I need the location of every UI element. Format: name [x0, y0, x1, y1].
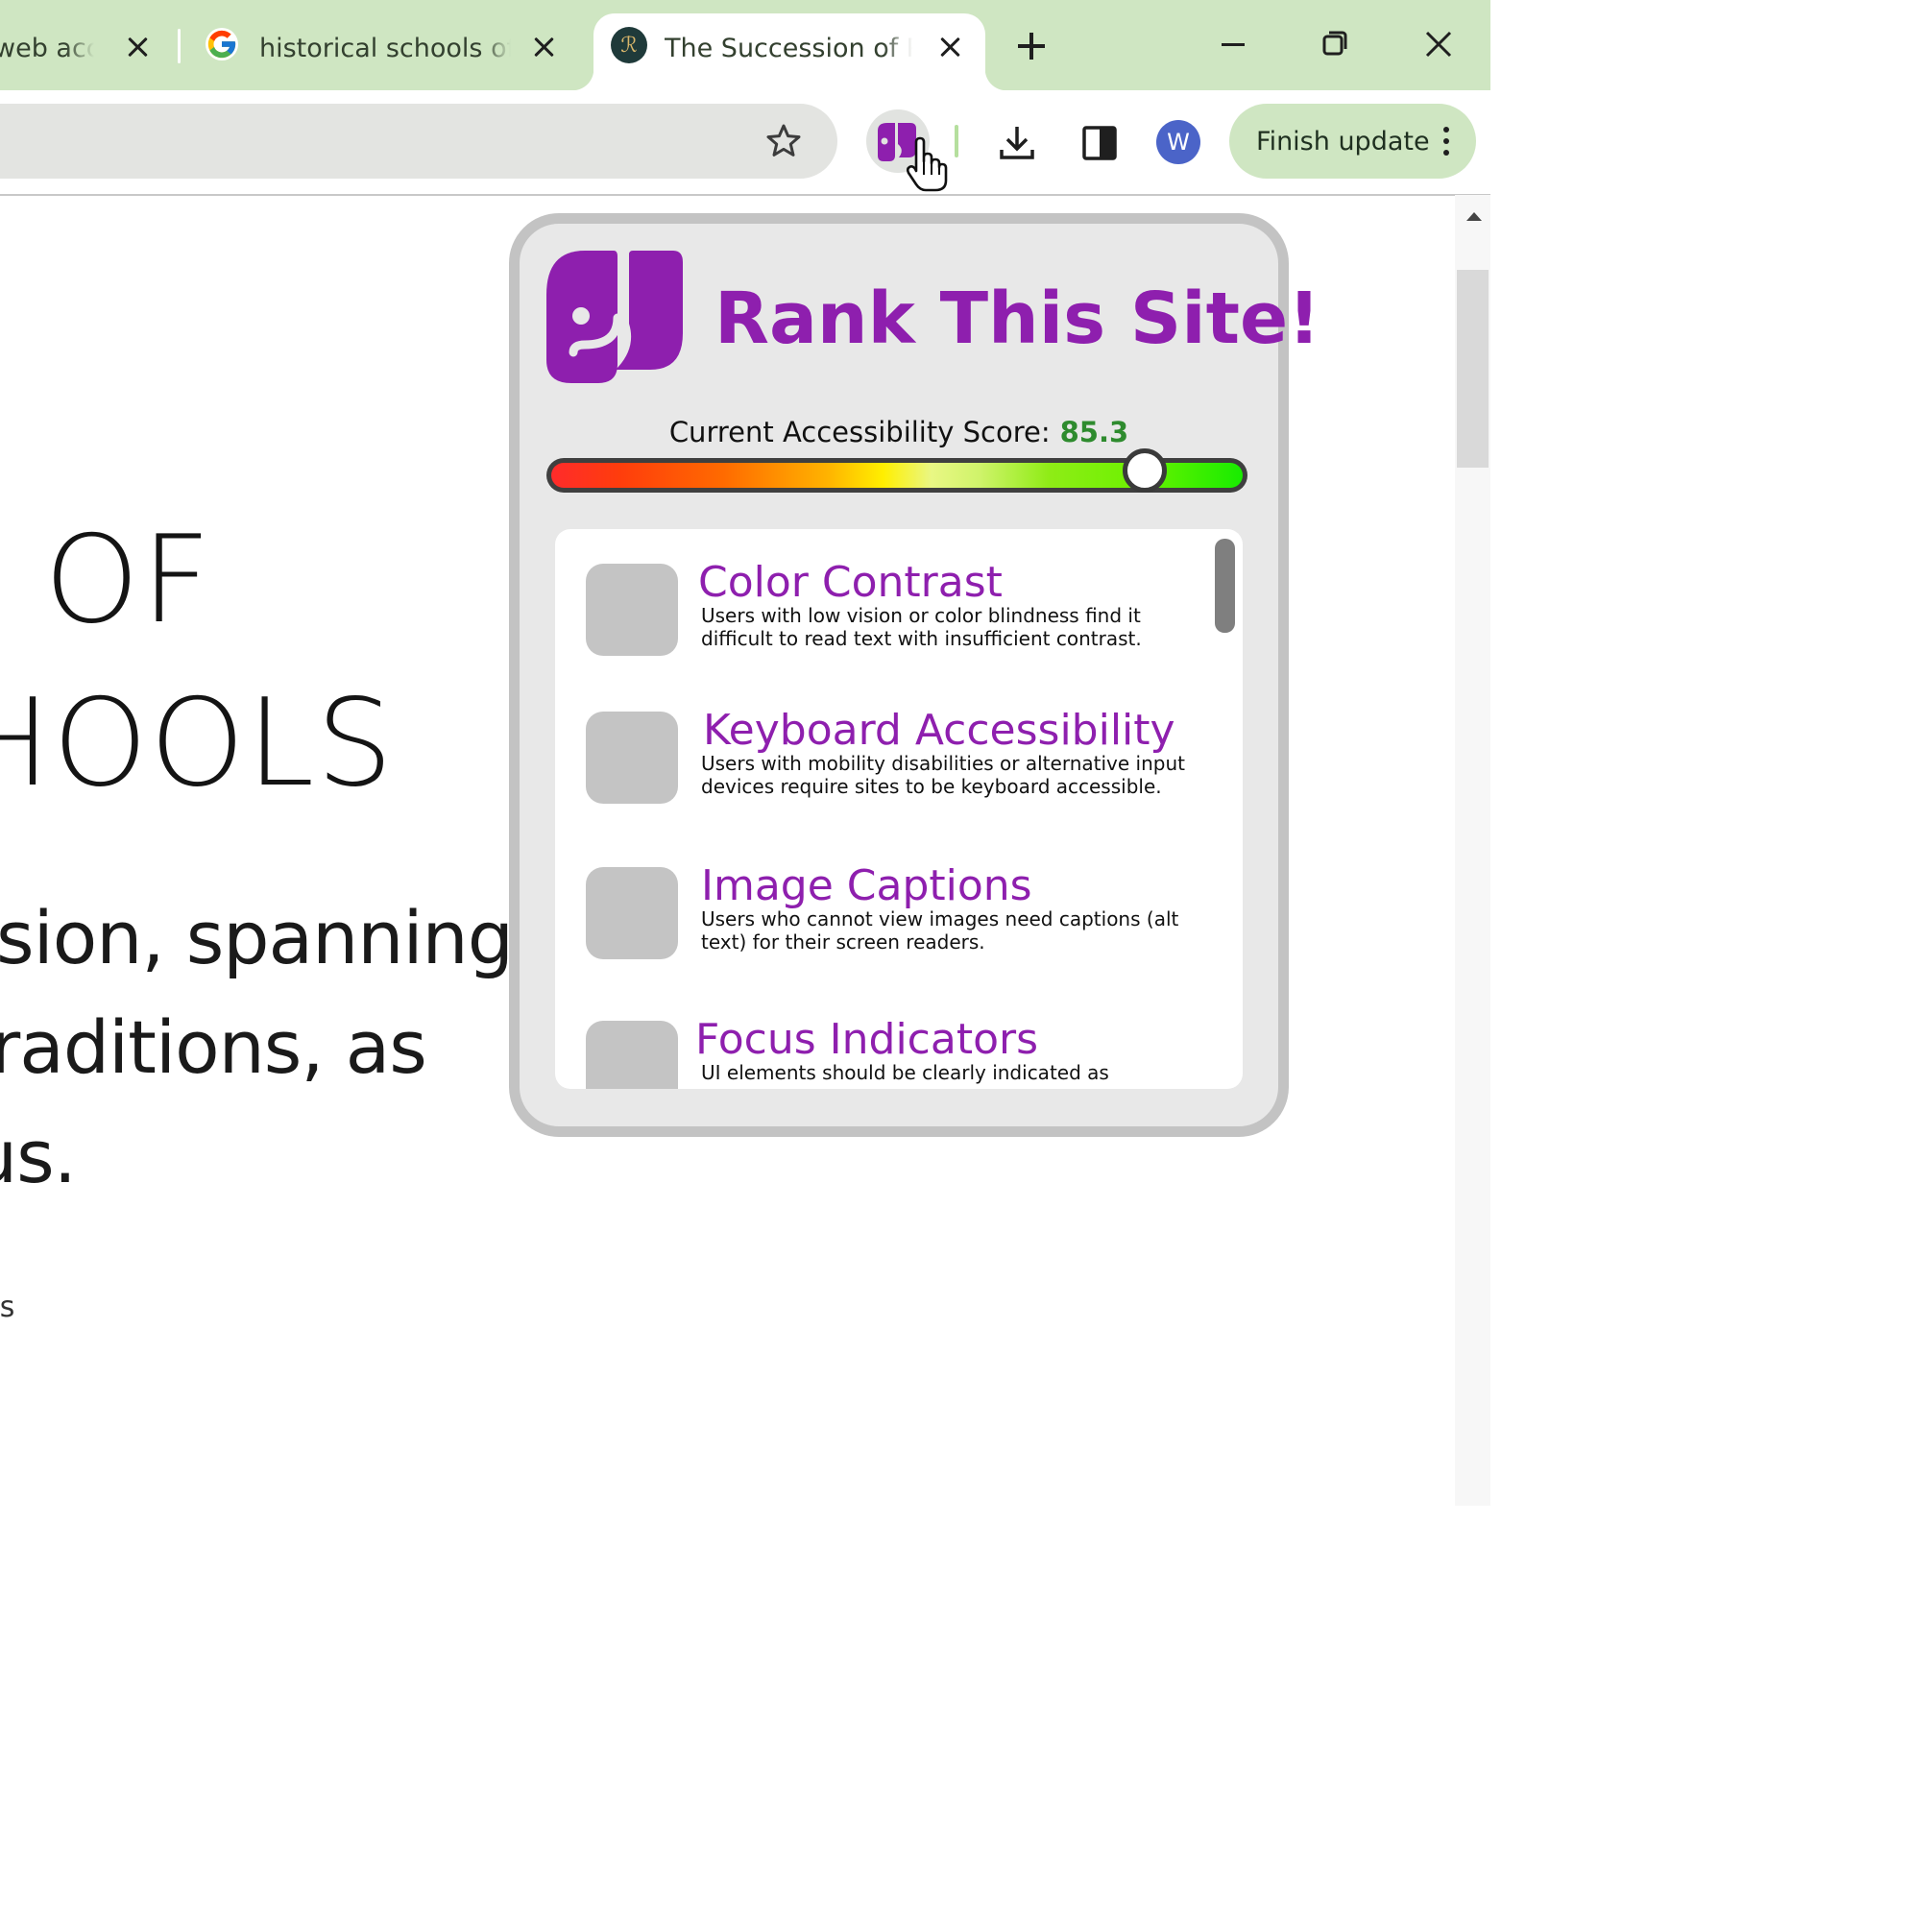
close-window-icon: [1425, 31, 1452, 58]
scroll-up-arrow-icon[interactable]: [1466, 212, 1482, 221]
tab-title: The Succession of Ph: [665, 34, 912, 63]
tab-web-accessibility[interactable]: web acce: [0, 13, 173, 90]
minimize-button[interactable]: [1212, 23, 1254, 65]
address-bar[interactable]: [0, 104, 837, 179]
tab-separator: [178, 29, 181, 63]
score-gauge-knob[interactable]: [1122, 448, 1167, 493]
criteria-title: Focus Indicators: [695, 1015, 1039, 1064]
page-paragraph-line-2: raditions, as: [0, 1004, 427, 1090]
tab-title: web acce: [0, 34, 94, 63]
tab-succession-of-philosophy[interactable]: ℛ The Succession of Ph: [572, 13, 1006, 90]
profile-avatar[interactable]: W: [1156, 120, 1200, 164]
page-paragraph-line-3: us.: [0, 1114, 77, 1199]
close-icon[interactable]: [127, 36, 148, 58]
finish-update-label: Finish update: [1256, 126, 1430, 157]
page-scrollbar[interactable]: [1455, 195, 1490, 1506]
more-menu-icon[interactable]: [1443, 127, 1449, 161]
close-window-button[interactable]: [1417, 23, 1460, 65]
restore-icon: [1322, 31, 1347, 56]
restore-button[interactable]: [1314, 23, 1356, 65]
page-heading-line-2: HOOLS: [0, 672, 396, 813]
criteria-description: Users with low vision or color blindness…: [701, 604, 1142, 650]
side-panel-icon[interactable]: [1079, 123, 1120, 167]
browser-toolbar: W Finish update: [0, 90, 1490, 196]
close-icon[interactable]: [939, 36, 960, 58]
criteria-checkbox[interactable]: [586, 867, 678, 959]
scrollbar-thumb[interactable]: [1457, 270, 1489, 468]
close-icon[interactable]: [533, 36, 554, 58]
page-small-text: ts: [0, 1291, 15, 1324]
google-icon: [206, 28, 238, 60]
criteria-title: Image Captions: [701, 861, 1032, 910]
criteria-checkbox[interactable]: [586, 564, 678, 656]
criteria-checkbox[interactable]: [586, 712, 678, 804]
criteria-description: UI elements should be clearly indicated …: [701, 1061, 1109, 1084]
elephant-logo-icon: [546, 249, 687, 393]
tab-title: historical schools of p: [259, 34, 511, 63]
criteria-list[interactable]: Color Contrast Users with low vision or …: [555, 529, 1243, 1089]
criteria-description: Users who cannot view images need captio…: [701, 907, 1179, 954]
bookmark-star-icon[interactable]: [764, 122, 803, 164]
criteria-title: Color Contrast: [698, 558, 1003, 607]
criteria-description: Users with mobility disabilities or alte…: [701, 752, 1185, 798]
finish-update-button[interactable]: Finish update: [1229, 104, 1476, 179]
extension-pin-divider: [955, 125, 958, 157]
downloads-icon[interactable]: [997, 123, 1037, 167]
new-tab-button[interactable]: [1010, 25, 1053, 67]
tab-strip: web acce historical schools of p ℛ The S…: [0, 0, 1490, 90]
rank-this-site-popup: Rank This Site! Current Accessibility Sc…: [509, 213, 1320, 1137]
plus-icon: [1018, 33, 1045, 60]
accessibility-score-line: Current Accessibility Score: 85.3: [520, 416, 1278, 448]
criteria-list-scrollbar[interactable]: [1215, 539, 1235, 633]
page-paragraph-line-1: sion, spanning: [0, 895, 514, 980]
page-heading-line-1: OF: [44, 509, 213, 650]
score-label: Current Accessibility Score:: [668, 416, 1051, 448]
site-favicon-icon: ℛ: [611, 27, 647, 63]
criteria-title: Keyboard Accessibility: [703, 706, 1175, 755]
tab-historical-schools[interactable]: historical schools of p: [192, 13, 576, 90]
popup-title: Rank This Site!: [714, 278, 1320, 360]
minimize-icon: [1222, 43, 1245, 46]
criteria-checkbox[interactable]: [586, 1021, 678, 1089]
hand-cursor-icon: [903, 136, 951, 198]
score-value: 85.3: [1059, 416, 1129, 448]
